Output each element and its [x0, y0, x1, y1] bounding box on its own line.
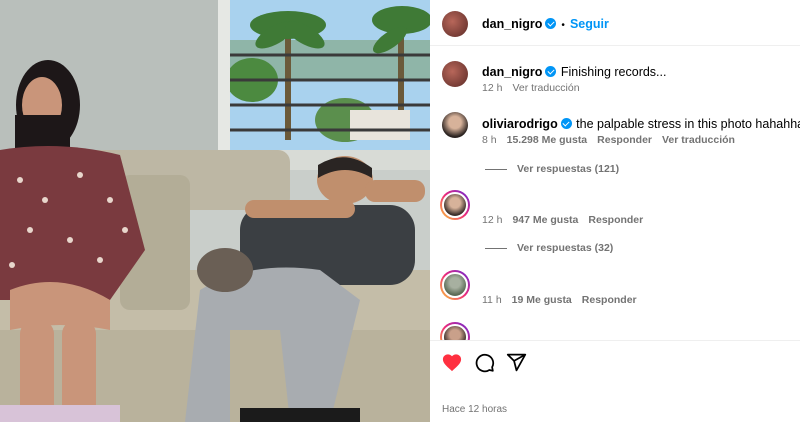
comment-likes[interactable]: 15.298 Me gusta [507, 134, 588, 146]
caption-row: dan_nigro Finishing records... 12 h Ver t… [430, 58, 800, 98]
post-photo [0, 0, 430, 422]
comment-translate-link[interactable]: Ver traducción [662, 134, 735, 146]
post-header: dan_nigro • Seguir [430, 0, 800, 46]
verified-badge-icon [560, 118, 572, 129]
caption-username[interactable]: dan_nigro [482, 65, 542, 79]
commenter-username[interactable]: oliviarodrigo [482, 117, 558, 131]
verified-badge-icon [545, 18, 557, 29]
share-icon[interactable] [506, 352, 527, 378]
instagram-post-view: dan_nigro • Seguir dan_nigro Finishing rec… [0, 0, 800, 422]
comment-likes[interactable]: 19 Me gusta [512, 294, 572, 306]
replies-divider [485, 247, 507, 249]
comment-item: oliviarodrigo the palpable stress in thi… [430, 110, 800, 180]
post-actions-bar: Hace 12 horas [430, 340, 800, 422]
view-replies-button[interactable]: Ver respuestas (121) [485, 163, 619, 175]
separator-dot: • [561, 20, 565, 31]
author-avatar[interactable] [442, 11, 468, 37]
caption-text: Finishing records... [560, 65, 667, 79]
view-replies-label: Ver respuestas (121) [517, 163, 620, 175]
follow-button[interactable]: Seguir [570, 17, 609, 31]
view-replies-label: Ver respuestas (32) [517, 242, 614, 254]
view-replies-button[interactable]: Ver respuestas (32) [485, 242, 613, 254]
post-details-panel: dan_nigro • Seguir dan_nigro Finishing rec… [430, 0, 800, 422]
comment-item: 11 h 19 Me gusta Responder [430, 268, 800, 308]
reply-button[interactable]: Responder [588, 214, 643, 226]
replies-divider [485, 168, 507, 170]
comment-item: 12 h 947 Me gusta Responder Ver respuestas… [430, 188, 800, 258]
commenter-avatar[interactable] [440, 270, 470, 300]
commenter-avatar[interactable] [442, 112, 468, 138]
comment-time[interactable]: 12 h [482, 214, 502, 226]
post-timestamp[interactable]: Hace 12 horas [442, 404, 507, 415]
author-username[interactable]: dan_nigro [482, 17, 542, 31]
reply-button[interactable]: Responder [582, 294, 637, 306]
comment-time[interactable]: 8 h [482, 134, 497, 146]
reply-button[interactable]: Responder [597, 134, 652, 146]
caption-translate-link[interactable]: Ver traducción [512, 82, 579, 94]
verified-badge-icon [545, 66, 557, 77]
heart-icon[interactable] [441, 352, 463, 377]
comment-time[interactable]: 11 h [482, 294, 502, 306]
comment-text: the palpable stress in this photo hahahh… [576, 117, 800, 131]
comment-likes[interactable]: 947 Me gusta [512, 214, 578, 226]
caption-time[interactable]: 12 h [482, 82, 502, 94]
commenter-avatar[interactable] [440, 322, 470, 340]
comment-item [430, 322, 800, 340]
comment-icon[interactable] [474, 352, 495, 378]
caption-author-avatar[interactable] [442, 61, 468, 87]
commenter-avatar[interactable] [440, 190, 470, 220]
